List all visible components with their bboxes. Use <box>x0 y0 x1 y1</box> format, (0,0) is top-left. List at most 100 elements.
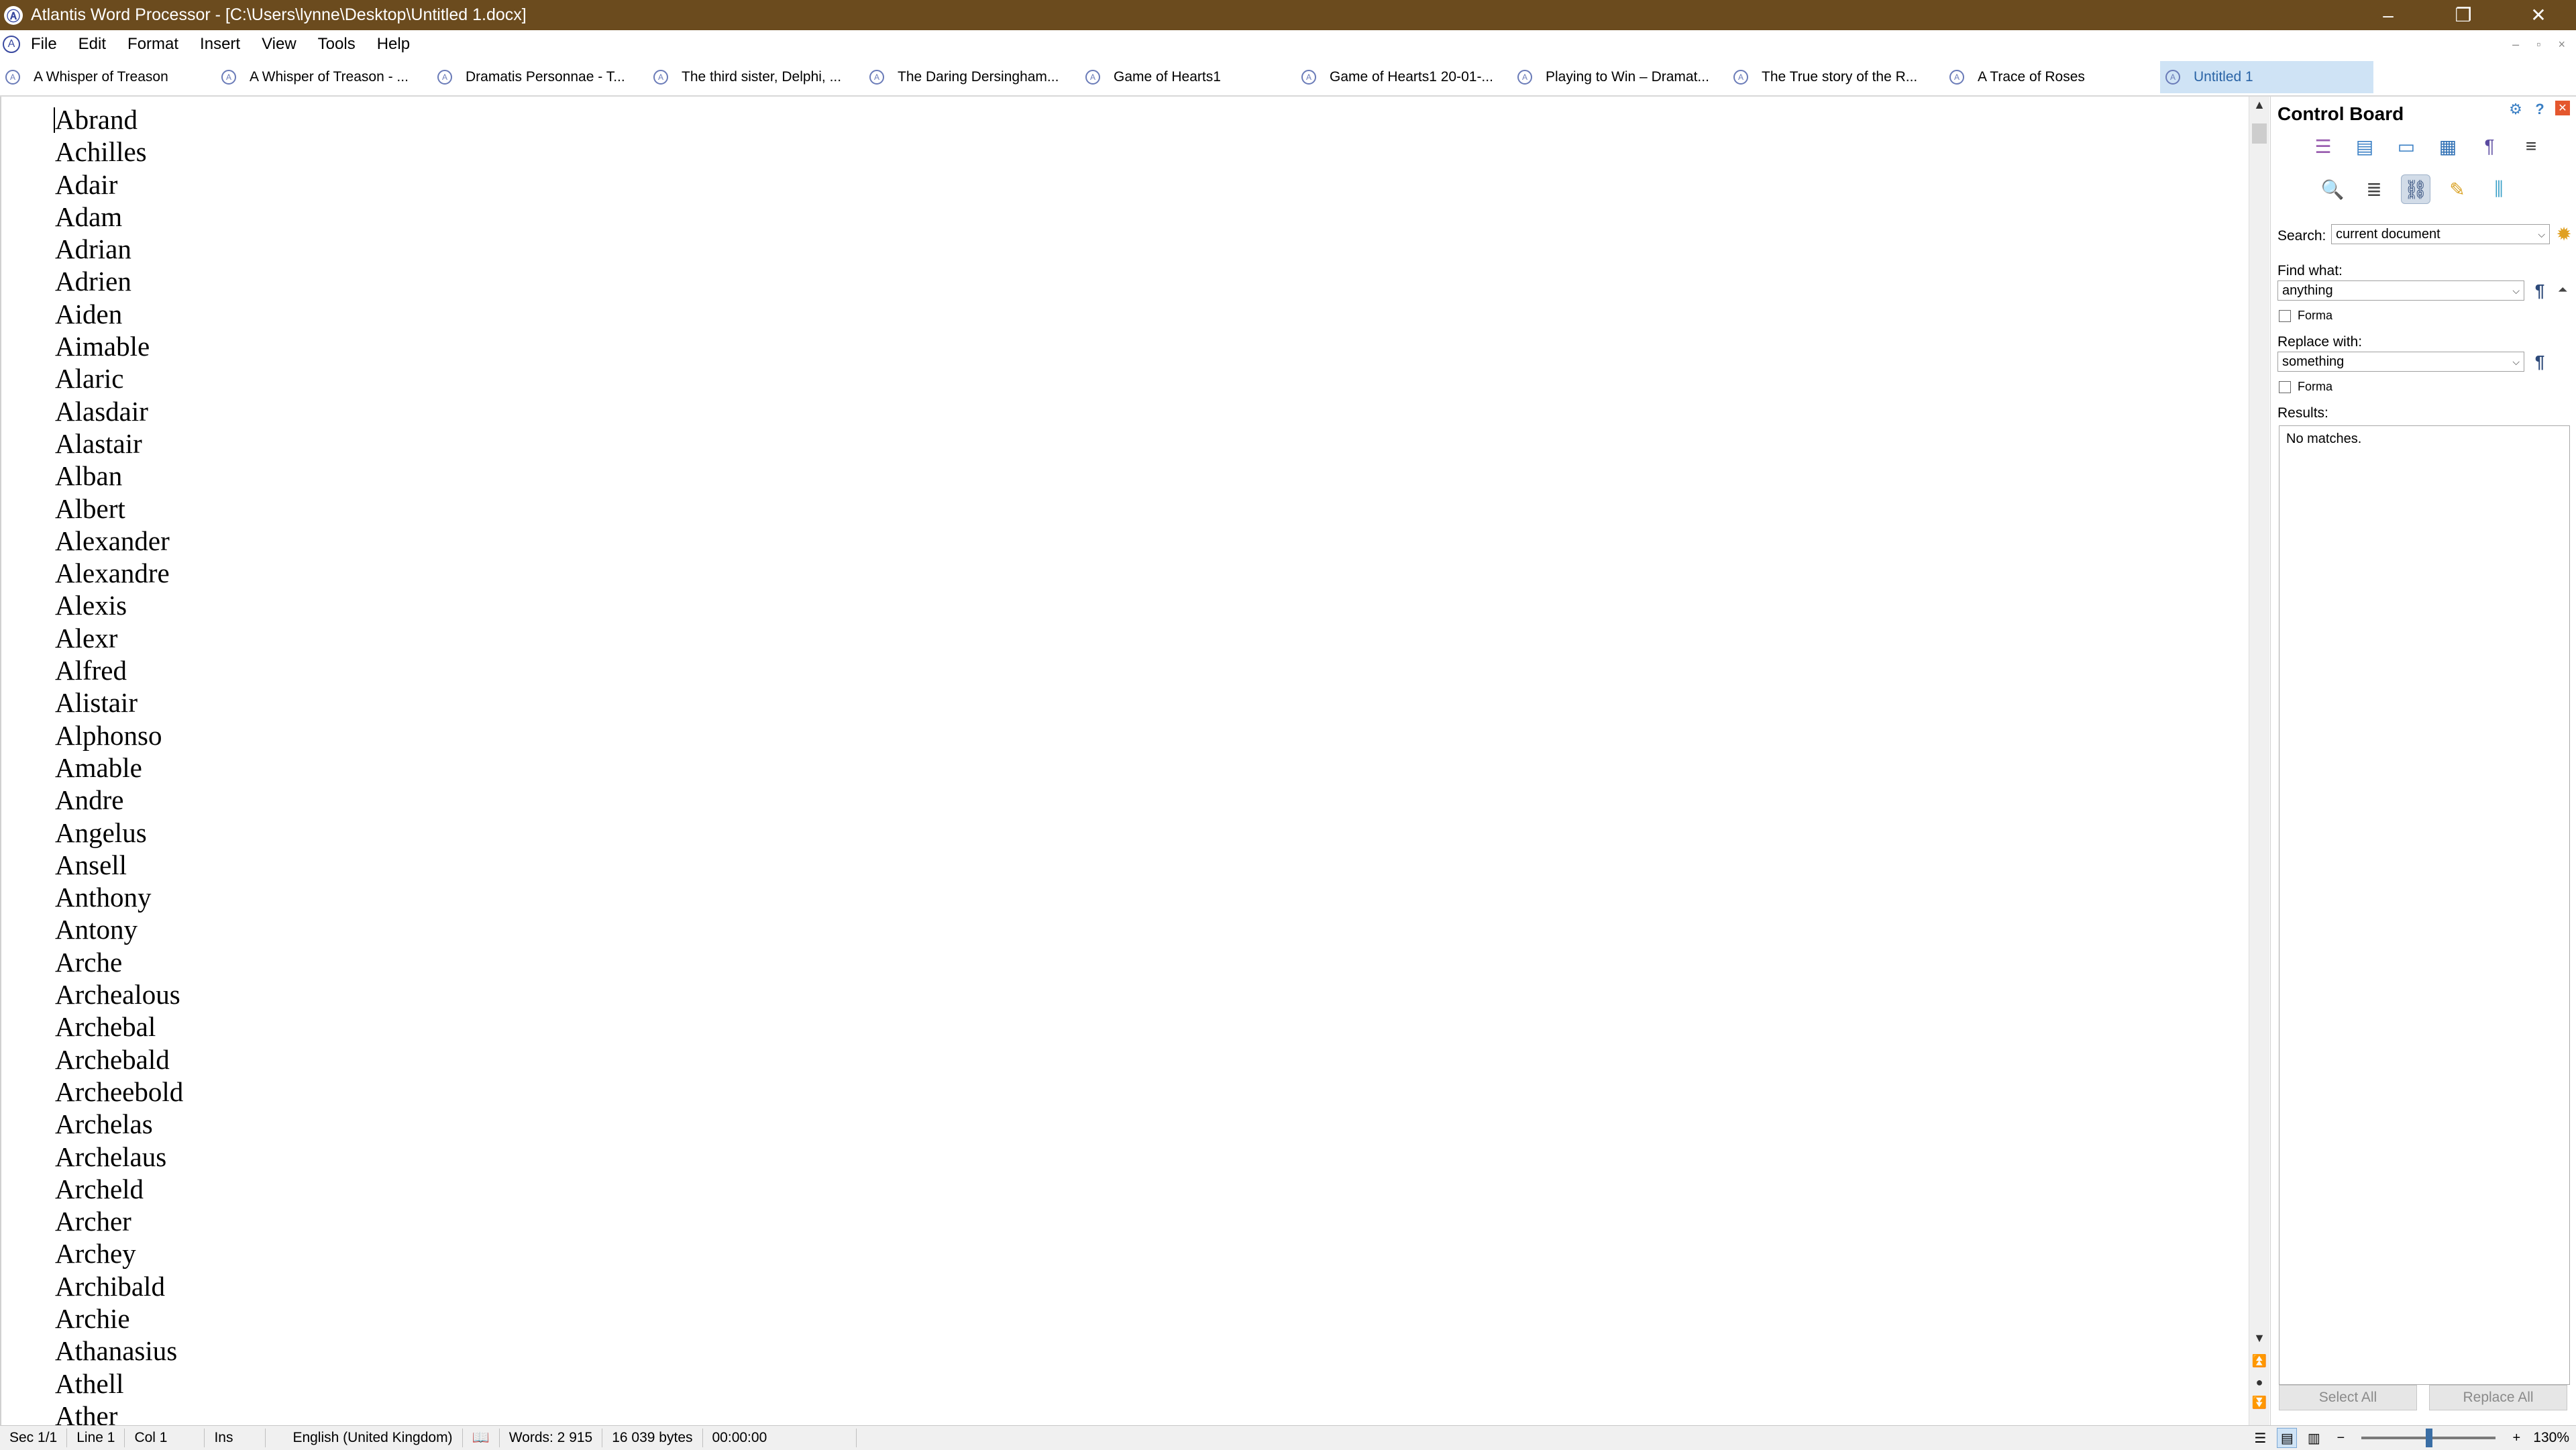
results-list[interactable]: No matches. <box>2279 425 2570 1385</box>
minimize-button[interactable]: – <box>2351 0 2426 30</box>
status-bytes: 16 039 bytes <box>602 1429 703 1447</box>
menu-file[interactable]: File <box>20 35 68 54</box>
menu-format[interactable]: Format <box>117 35 189 54</box>
vertical-scrollbar[interactable]: ▲ ▼ ⏫ ● ⏬ <box>2249 97 2269 1425</box>
search-options-icon[interactable]: ✹ <box>2554 224 2574 244</box>
tab-document[interactable]: A The third sister, Delphi, ... <box>648 61 864 93</box>
menu-help[interactable]: Help <box>366 35 421 54</box>
close-button[interactable]: ✕ <box>2501 0 2576 30</box>
document-line: Archeld <box>55 1173 144 1204</box>
document-icon: A <box>1085 69 1100 85</box>
find-what-input[interactable]: anything ⌵ <box>2277 280 2524 301</box>
magnifier-icon[interactable]: 🔍 <box>2318 174 2347 204</box>
document-map-icon[interactable]: ▤ <box>2350 132 2379 161</box>
search-up-icon[interactable]: ⏶ <box>2553 280 2573 301</box>
scroll-down-icon[interactable]: ▼ <box>2249 1331 2269 1345</box>
document-line: Archer <box>55 1206 131 1237</box>
scrollbar-thumb[interactable] <box>2252 123 2267 144</box>
list-icon[interactable]: ≡ <box>2516 132 2546 161</box>
previous-page-icon[interactable]: ⏫ <box>2249 1354 2269 1368</box>
menu-view[interactable]: View <box>251 35 307 54</box>
paragraph-styles-icon[interactable]: ☰ <box>2308 132 2338 161</box>
zoom-slider-thumb[interactable] <box>2426 1429 2433 1447</box>
close-panel-icon[interactable]: ✕ <box>2555 101 2570 115</box>
status-insert-mode[interactable]: Ins <box>205 1429 266 1447</box>
app-logo-icon[interactable]: Ⓐ <box>4 5 23 25</box>
tab-document[interactable]: A Playing to Win – Dramat... <box>1512 61 1728 93</box>
mdi-minimize-icon[interactable]: – <box>2512 38 2519 52</box>
browse-object-icon[interactable]: ● <box>2249 1376 2269 1390</box>
document-icon: A <box>2165 69 2180 85</box>
find-format-checkbox[interactable]: Forma <box>2279 309 2332 323</box>
status-line: Line 1 <box>67 1429 125 1447</box>
document-line: Achilles <box>55 136 147 168</box>
document-icon: A <box>1517 69 1532 85</box>
draft-view-icon[interactable]: ☰ <box>2250 1428 2270 1448</box>
tab-document[interactable]: AA Whisper of Treason - ... <box>216 61 432 93</box>
page-view-icon[interactable]: ▤ <box>2277 1428 2298 1448</box>
replace-with-input[interactable]: something ⌵ <box>2277 352 2524 372</box>
document-menu-icon[interactable]: A <box>3 36 20 53</box>
document-line: Archebald <box>55 1043 170 1075</box>
status-word-count[interactable]: Words: 2 915 <box>500 1429 603 1447</box>
menu-insert[interactable]: Insert <box>189 35 251 54</box>
search-scope-select[interactable]: current document ⌵ <box>2331 224 2550 244</box>
document-line: Albert <box>55 493 125 524</box>
special-chars-icon[interactable]: ¶ <box>2530 280 2550 301</box>
two-page-view-icon[interactable]: ▥ <box>2304 1428 2324 1448</box>
document-editor[interactable]: Abrand Achilles Adair Adam Adrian Adrien Aiden… <box>0 97 2250 1425</box>
menu-tools[interactable]: Tools <box>307 35 366 54</box>
control-board-header-icons: ⚙ ? ✕ <box>2507 101 2570 118</box>
search-scope-value: current document <box>2336 227 2440 242</box>
tab-document[interactable]: A Game of Hearts1 20-01-... <box>1296 61 1512 93</box>
font-icon[interactable]: ¶ <box>2475 132 2504 161</box>
document-line: Antony <box>55 914 138 945</box>
gear-icon[interactable]: ⚙ <box>2507 101 2524 118</box>
zoom-level[interactable]: 130% <box>2533 1430 2569 1446</box>
document-line: Archelaus <box>55 1141 167 1172</box>
document-line: Aiden <box>55 298 123 329</box>
select-all-button[interactable]: Select All <box>2279 1385 2417 1410</box>
mdi-close-icon[interactable]: × <box>2558 38 2565 52</box>
tab-document[interactable]: A Dramatis Personnae - T... <box>432 61 648 93</box>
help-icon[interactable]: ? <box>2531 101 2548 118</box>
find-what-label: Find what: <box>2277 263 2343 278</box>
zoom-in-icon[interactable]: + <box>2506 1428 2526 1448</box>
word-count-icon[interactable]: ⫼ <box>2484 174 2514 204</box>
tab-document[interactable]: AA Whisper of Treason <box>0 61 216 93</box>
document-line: Alexis <box>55 590 127 621</box>
next-page-icon[interactable]: ⏬ <box>2249 1396 2269 1410</box>
mdi-restore-icon[interactable]: ▫ <box>2536 38 2540 52</box>
tab-document[interactable]: AA Trace of Roses <box>1944 61 2160 93</box>
tab-document-active[interactable]: A Untitled 1 <box>2160 60 2373 93</box>
control-board-title: Control Board <box>2277 103 2404 124</box>
zoom-slider[interactable] <box>2361 1429 2496 1447</box>
find-replace-icon[interactable]: ⛓ <box>2401 174 2430 204</box>
find-what-value: anything <box>2282 283 2333 298</box>
document-line: Archealous <box>55 979 180 1011</box>
replace-all-button[interactable]: Replace All <box>2429 1385 2567 1410</box>
menu-edit[interactable]: Edit <box>68 35 117 54</box>
document-line: Adrien <box>55 266 131 297</box>
lines-icon[interactable]: ≣ <box>2359 174 2389 204</box>
tab-document[interactable]: A The True story of the R... <box>1728 61 1944 93</box>
status-language[interactable]: English (United Kingdom) <box>266 1429 463 1447</box>
document-line: Abrand <box>55 104 138 135</box>
tab-document[interactable]: A Game of Hearts1 <box>1080 61 1296 93</box>
document-line: Adair <box>55 168 118 200</box>
restore-button[interactable]: ❐ <box>2426 0 2501 30</box>
document-icon: A <box>653 69 668 85</box>
status-time: 00:00:00 <box>703 1429 857 1447</box>
scroll-up-icon[interactable]: ▲ <box>2249 98 2269 112</box>
page-setup-icon[interactable]: ▭ <box>2392 132 2421 161</box>
tab-document[interactable]: A The Daring Dersingham... <box>864 61 1080 93</box>
table-icon[interactable]: ▦ <box>2433 132 2463 161</box>
view-and-zoom-controls: ☰ ▤ ▥ − + 130% <box>2250 1426 2576 1450</box>
zoom-out-icon[interactable]: − <box>2330 1428 2351 1448</box>
spellcheck-icon[interactable]: ✎ <box>2443 174 2472 204</box>
special-chars-icon[interactable]: ¶ <box>2530 352 2550 372</box>
book-icon[interactable]: 📖 <box>463 1429 500 1447</box>
document-icon: A <box>5 69 20 85</box>
chevron-down-icon: ⌵ <box>2538 229 2545 240</box>
replace-format-checkbox[interactable]: Forma <box>2279 380 2332 394</box>
